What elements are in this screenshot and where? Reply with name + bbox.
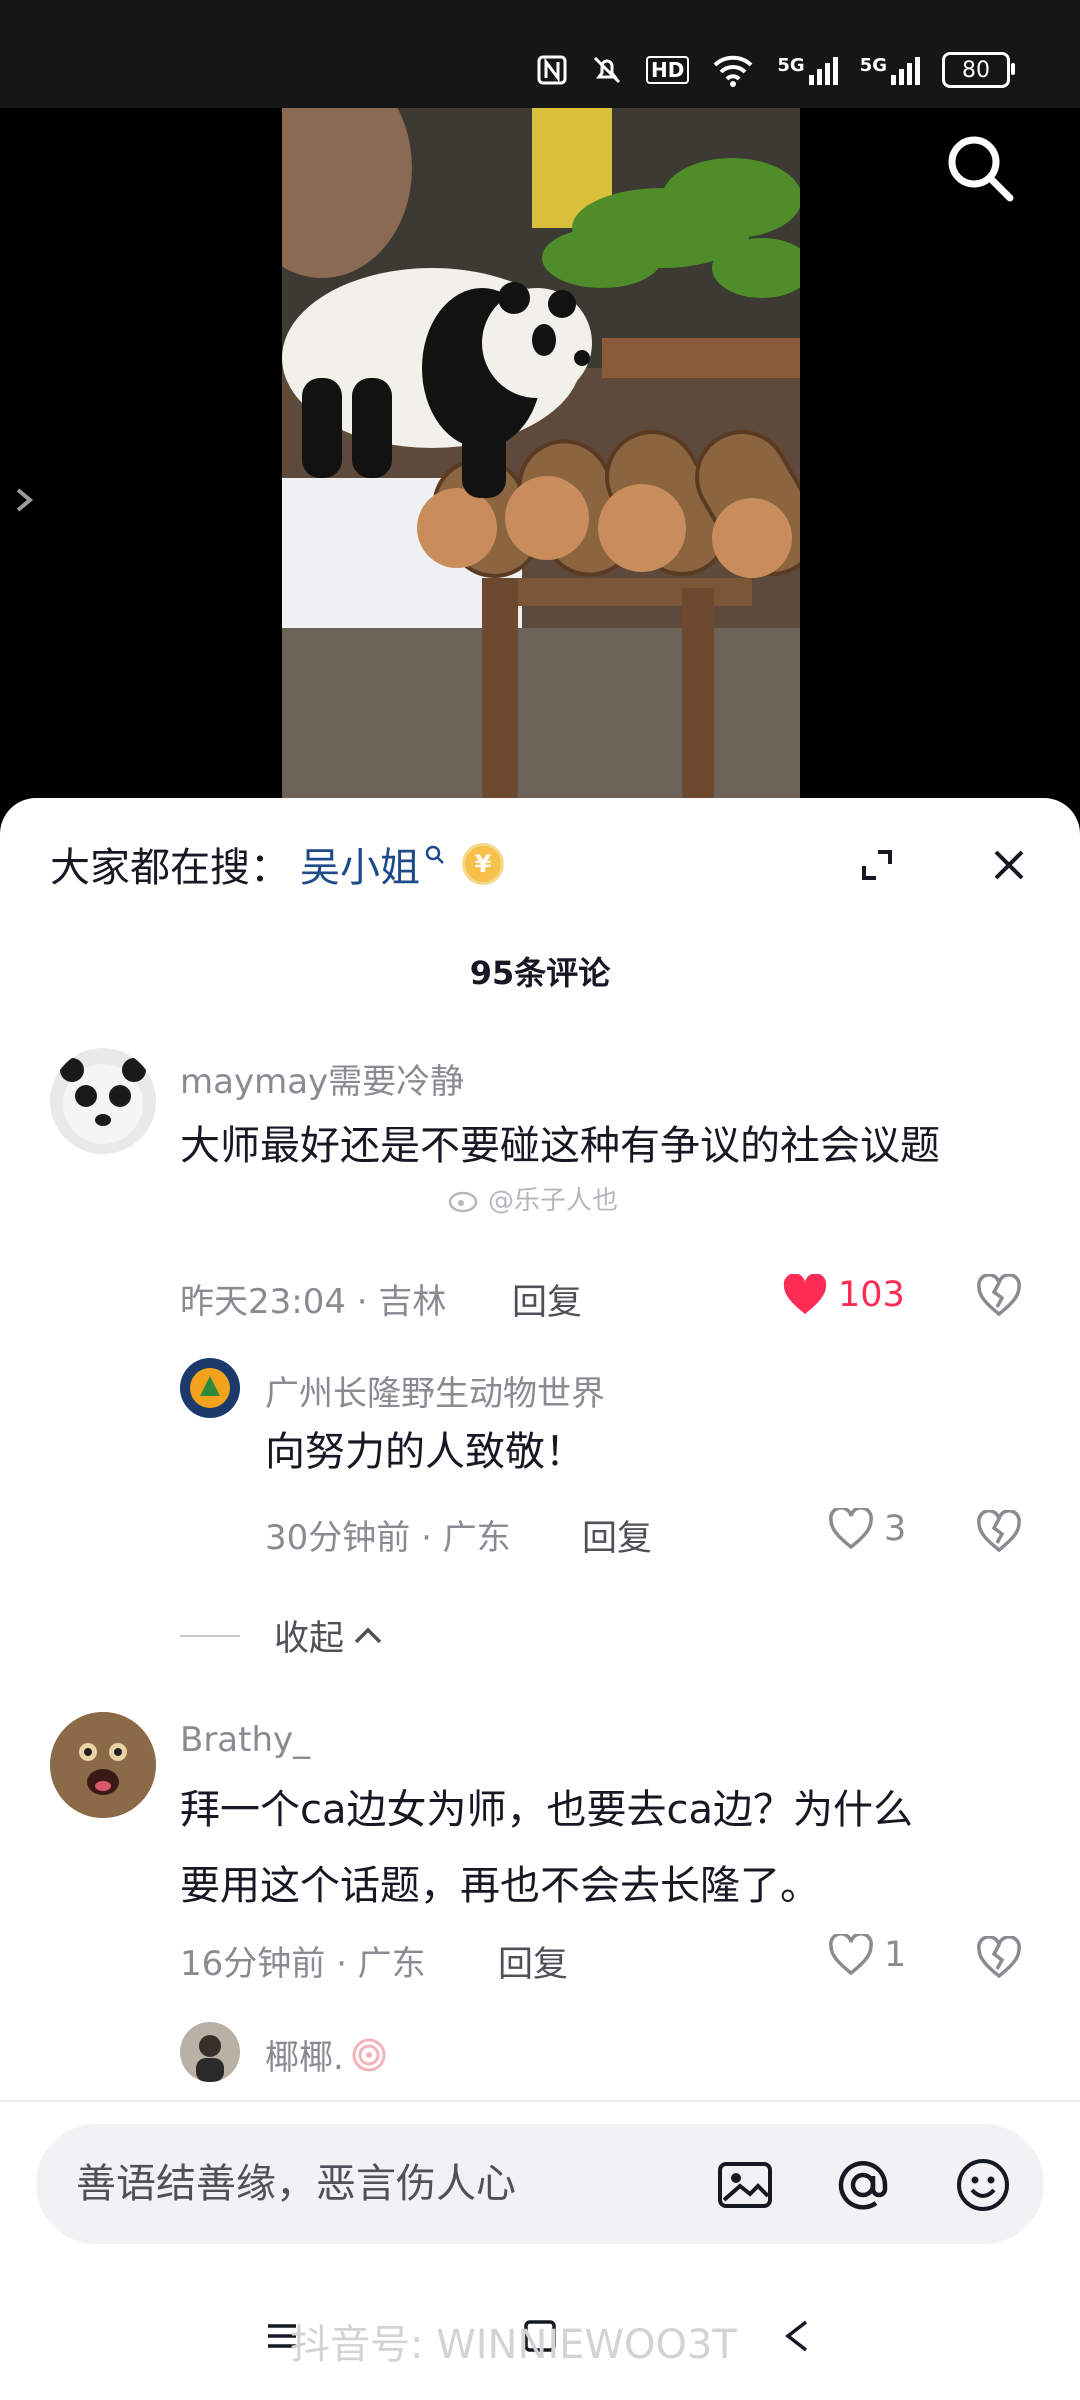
comment-sheet: 大家都在搜： 吴小姐 ¥ 95条评论 maymay需要冷静 大师最好还是不要碰这… <box>0 798 1080 2400</box>
like-button[interactable]: 1 <box>828 1934 906 1976</box>
spiral-badge-icon <box>352 2038 386 2071</box>
dislike-icon[interactable] <box>976 1936 1022 1982</box>
dislike-icon[interactable] <box>976 1274 1022 1320</box>
watermark: @乐子人也 <box>448 1180 618 1217</box>
heart-icon <box>829 1508 873 1550</box>
mention-icon[interactable] <box>834 2156 892 2214</box>
comment-text: 拜一个ca边女为师，也要去ca边？为什么 要用这个话题，再也不会去长隆了。 <box>180 1772 1020 1924</box>
comment-text: 大师最好还是不要碰这种有争议的社会议题 <box>180 1123 940 1169</box>
reply-meta: 30分钟前 · 广东 <box>265 1518 511 1558</box>
like-button[interactable]: 103 <box>782 1274 905 1316</box>
back-icon[interactable] <box>778 2316 818 2356</box>
collapse-replies-button[interactable]: 收起 <box>180 1610 384 1661</box>
trending-term[interactable]: 吴小姐 <box>300 835 420 893</box>
trending-prefix: 大家都在搜： <box>50 845 290 891</box>
comment-text-line: 要用这个话题，再也不会去长隆了。 <box>180 1863 820 1909</box>
heart-filled-icon <box>783 1274 827 1314</box>
like-button[interactable]: 3 <box>828 1508 906 1550</box>
chevron-up-icon <box>354 1627 382 1643</box>
reply-username[interactable]: 广州长隆野生动物世界 <box>265 1366 605 1415</box>
weibo-icon <box>448 1191 478 1212</box>
expand-icon[interactable] <box>852 840 902 890</box>
avatar[interactable] <box>180 1358 240 1418</box>
reply-text: 向努力的人致敬！ <box>265 1429 585 1475</box>
status-bar: HD 5G 5G 80 <box>0 0 1080 108</box>
comment-count: 95条评论 <box>469 954 611 992</box>
signal-5g-1: 5G <box>777 55 838 85</box>
reply-button[interactable]: 回复 <box>498 1936 568 1987</box>
comment-username[interactable]: Brathy_ <box>180 1720 310 1760</box>
avatar[interactable] <box>50 1048 156 1154</box>
signal-5g-2: 5G <box>860 55 920 85</box>
coin-icon: ¥ <box>462 843 504 885</box>
image-icon[interactable] <box>716 2156 774 2214</box>
search-icon[interactable] <box>940 128 1020 208</box>
panda-scene-image <box>282 108 800 808</box>
avatar[interactable] <box>180 2022 240 2082</box>
comment-meta: 16分钟前 · 广东 <box>180 1944 426 1984</box>
collapse-label: 收起 <box>274 1619 345 1659</box>
video-player[interactable] <box>0 108 1080 808</box>
like-count: 103 <box>838 1275 905 1315</box>
mute-icon <box>593 56 621 84</box>
comment-meta: 昨天23:04 · 吉林 <box>180 1282 447 1322</box>
comment-username[interactable]: maymay需要冷静 <box>180 1054 464 1103</box>
hd-badge: HD <box>646 56 690 84</box>
chevron-right-icon[interactable] <box>10 470 40 530</box>
battery-indicator: 80 <box>942 52 1015 88</box>
close-icon[interactable] <box>984 840 1034 890</box>
comment-username[interactable]: 椰椰. <box>265 2030 388 2079</box>
search-icon <box>425 845 444 864</box>
heart-icon <box>829 1934 873 1976</box>
like-count: 3 <box>884 1509 907 1549</box>
input-divider <box>0 2100 1080 2102</box>
dislike-icon[interactable] <box>976 1510 1022 1556</box>
comment-text-line: 拜一个ca边女为师，也要去ca边？为什么 <box>180 1787 914 1833</box>
bottom-watermark: 抖音号: WINNIEWOO3T <box>290 2322 737 2368</box>
wifi-icon <box>713 55 753 87</box>
trending-search[interactable]: 大家都在搜： 吴小姐 ¥ <box>50 834 504 894</box>
reply-button[interactable]: 回复 <box>582 1510 652 1561</box>
comment-input[interactable]: 善语结善缘，恶言伤人心 <box>36 2124 1044 2244</box>
system-nav-bar: 抖音号: WINNIEWOO3T <box>0 2276 1080 2400</box>
like-count: 1 <box>884 1935 907 1975</box>
nfc-icon <box>537 55 567 85</box>
reply-button[interactable]: 回复 <box>512 1274 582 1325</box>
avatar[interactable] <box>50 1712 156 1818</box>
video-thumbnail[interactable] <box>282 108 800 808</box>
status-icons: HD 5G 5G 80 <box>536 52 1015 88</box>
divider-line <box>180 1634 240 1637</box>
comment-input-placeholder: 善语结善缘，恶言伤人心 <box>76 2161 516 2207</box>
emoji-icon[interactable] <box>954 2156 1012 2214</box>
